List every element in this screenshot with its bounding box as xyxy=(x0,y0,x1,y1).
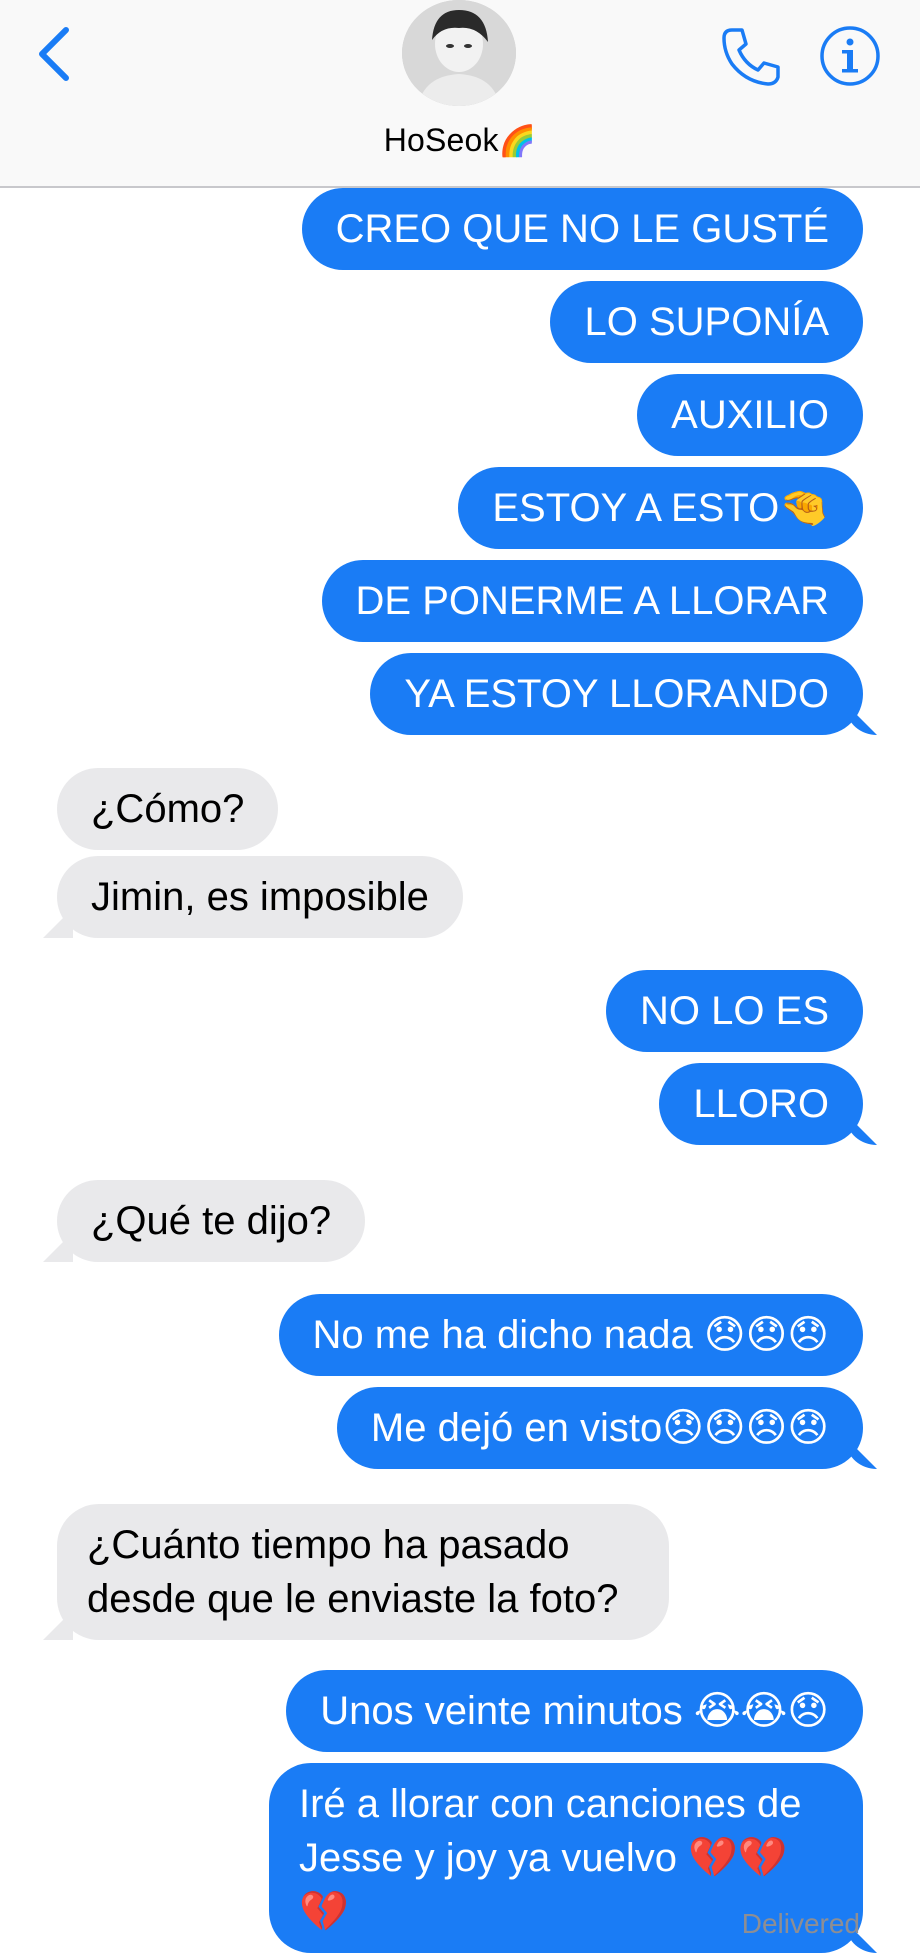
info-icon xyxy=(820,26,880,86)
phone-button[interactable] xyxy=(718,24,784,90)
contact-name[interactable]: HoSeok🌈 xyxy=(0,122,920,159)
message-bubble-out[interactable]: Me dejó en visto😞😞😞😞 xyxy=(336,1387,863,1469)
message-bubble-out[interactable]: ESTOY A ESTO🤏 xyxy=(458,467,863,549)
message-bubble-in[interactable]: Jimin, es imposible xyxy=(57,856,463,938)
message-bubble-out[interactable]: YA ESTOY LLORANDO xyxy=(370,653,863,735)
message-thread[interactable]: CREO QUE NO LE GUSTÉ LO SUPONÍA AUXILIO … xyxy=(0,186,920,1953)
delivered-status: Delivered xyxy=(741,1908,860,1939)
rainbow-emoji: 🌈 xyxy=(498,125,537,158)
contact-avatar[interactable] xyxy=(402,0,516,106)
message-bubble-out[interactable]: DE PONERME A LLORAR xyxy=(321,560,863,642)
message-bubble-out[interactable]: AUXILIO xyxy=(637,374,863,456)
message-bubble-out[interactable]: No me ha dicho nada 😞😞😞 xyxy=(278,1294,863,1376)
chevron-left-icon xyxy=(39,27,69,81)
conversation-header: HoSeok🌈 xyxy=(0,0,920,188)
phone-icon xyxy=(722,28,780,86)
avatar-photo xyxy=(402,0,516,106)
message-bubble-in[interactable]: ¿Qué te dijo? xyxy=(57,1180,366,1262)
message-bubble-out[interactable]: NO LO ES xyxy=(606,970,863,1052)
message-bubble-out[interactable]: LLORO xyxy=(659,1063,863,1145)
message-bubble-in[interactable]: ¿Cuánto tiempo ha pasado desde que le en… xyxy=(57,1504,669,1640)
message-bubble-out[interactable]: LO SUPONÍA xyxy=(550,281,863,363)
contact-name-text: HoSeok xyxy=(383,122,499,158)
back-button[interactable] xyxy=(30,22,80,86)
message-bubble-out[interactable]: Unos veinte minutos 😭😭😞 xyxy=(286,1670,863,1752)
message-bubble-in[interactable]: ¿Cómo? xyxy=(57,768,279,850)
info-button[interactable] xyxy=(818,24,882,88)
message-bubble-out[interactable]: CREO QUE NO LE GUSTÉ xyxy=(301,188,863,270)
